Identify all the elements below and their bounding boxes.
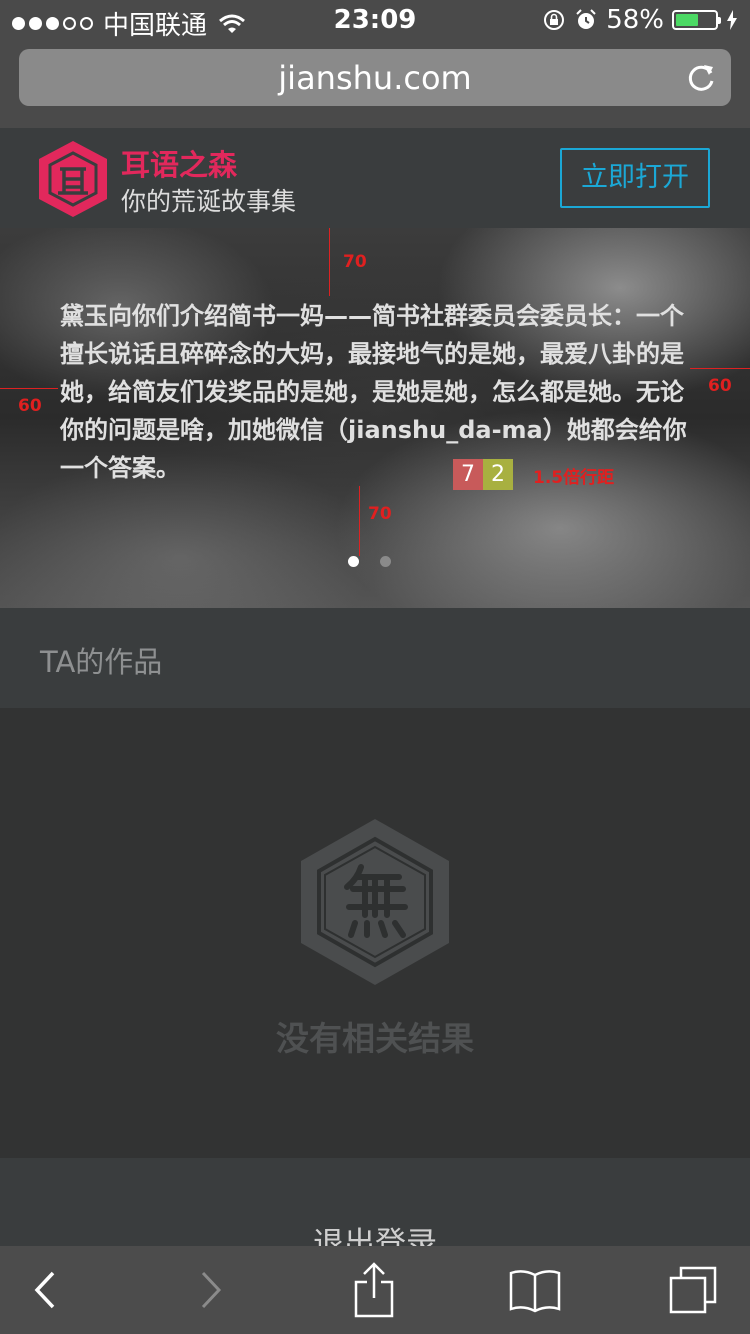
chevron-right-icon bbox=[201, 1271, 222, 1309]
browser-toolbar bbox=[0, 1246, 750, 1334]
app-name: 耳语之森 bbox=[121, 148, 238, 182]
annotation-chip-b: 2 bbox=[483, 459, 513, 490]
chevron-left-icon bbox=[34, 1271, 55, 1309]
url-text[interactable]: jianshu.com bbox=[19, 59, 731, 97]
alarm-icon bbox=[576, 9, 596, 29]
empty-result-icon bbox=[301, 819, 449, 985]
spacing-label-bottom: 70 bbox=[368, 504, 392, 524]
rotation-lock-icon bbox=[544, 10, 565, 30]
spacing-label-top: 70 bbox=[343, 252, 367, 272]
app-download-banner: 耳语之森 你的荒诞故事集 立即打开 bbox=[0, 128, 750, 228]
logout-section: 退出登录 bbox=[0, 1158, 750, 1248]
carousel-dot[interactable] bbox=[347, 556, 359, 567]
line-spacing-label: 1.5倍行距 bbox=[533, 468, 615, 488]
battery-icon bbox=[672, 10, 721, 30]
spacing-label-left: 60 bbox=[18, 396, 42, 416]
works-section-header: TA的作品 bbox=[0, 608, 750, 708]
spacing-guide-bottom bbox=[359, 486, 360, 556]
battery-percent: 58% bbox=[606, 5, 664, 35]
browser-address-area: jianshu.com bbox=[0, 40, 750, 128]
annotation-chip-a: 7 bbox=[453, 459, 483, 490]
app-logo bbox=[39, 141, 107, 217]
forward-button[interactable] bbox=[166, 1246, 256, 1334]
app-subtitle: 你的荒诞故事集 bbox=[121, 187, 297, 216]
tabs-button[interactable] bbox=[648, 1246, 738, 1334]
share-button[interactable] bbox=[329, 1246, 419, 1334]
bookmarks-button[interactable] bbox=[490, 1246, 580, 1334]
tabs-icon bbox=[669, 1266, 717, 1314]
logout-button[interactable]: 退出登录 bbox=[0, 1218, 750, 1248]
spacing-guide-right bbox=[690, 368, 750, 369]
status-bar: 中国联通 23:09 58% bbox=[0, 0, 750, 41]
address-bar[interactable]: jianshu.com bbox=[19, 49, 731, 106]
works-title: TA的作品 bbox=[40, 645, 163, 679]
open-app-button[interactable]: 立即打开 bbox=[560, 148, 710, 208]
reload-icon[interactable] bbox=[687, 61, 717, 93]
charging-bolt-icon bbox=[727, 10, 737, 30]
back-button[interactable] bbox=[0, 1246, 90, 1334]
share-icon bbox=[354, 1262, 394, 1318]
empty-message: 没有相关结果 bbox=[276, 1019, 474, 1058]
hero-text: 黛玉向你们介绍简书一妈——简书社群委员会委员长：一个擅长说话且碎碎念的大妈，最接… bbox=[60, 302, 687, 482]
hero-carousel[interactable]: 70 60 60 黛玉向你们介绍简书一妈——简书社群委员会委员长：一个擅长说话且… bbox=[0, 228, 750, 608]
spacing-guide-top bbox=[329, 228, 330, 296]
spacing-guide-left bbox=[0, 388, 58, 389]
book-icon bbox=[509, 1270, 561, 1313]
empty-state: 没有相关结果 bbox=[0, 708, 750, 1158]
spacing-label-right: 60 bbox=[708, 376, 732, 396]
carousel-dot[interactable] bbox=[379, 556, 391, 567]
